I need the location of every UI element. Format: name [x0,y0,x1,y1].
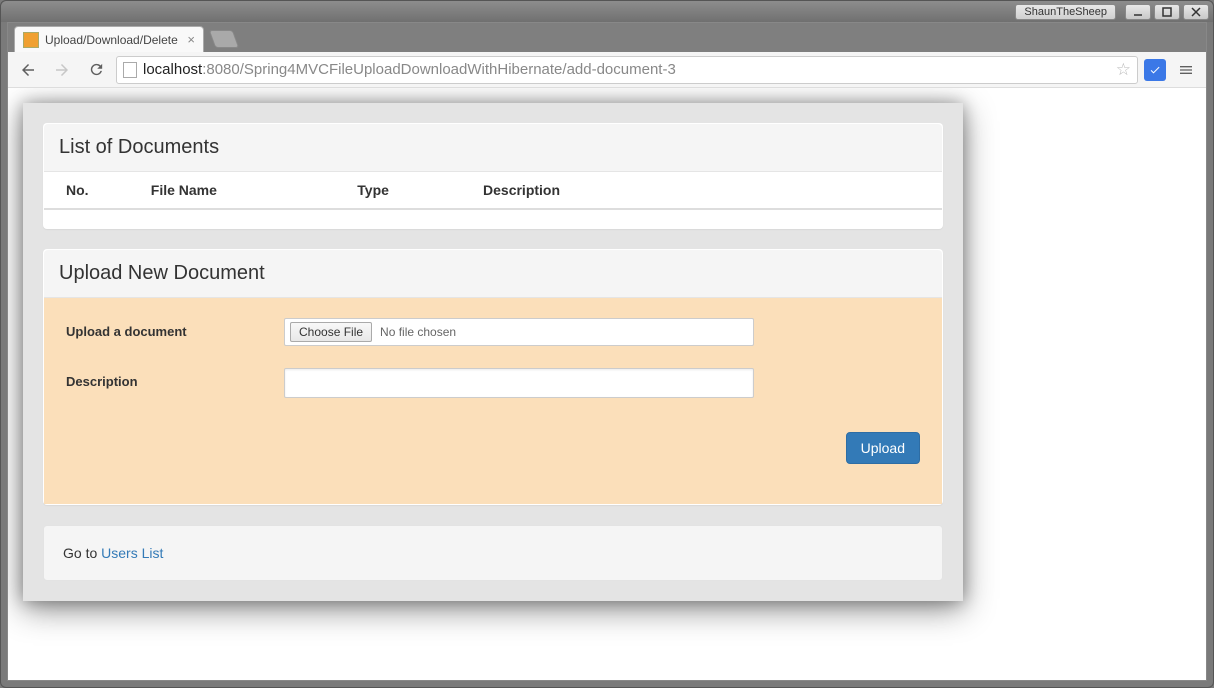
form-actions: Upload [66,420,920,484]
upload-file-label: Upload a document [66,318,284,339]
upload-file-row: Upload a document Choose File No file ch… [66,318,920,346]
upload-panel-heading: Upload New Document [44,250,942,298]
titlebar: ShaunTheSheep [1,1,1213,22]
browser-menu-button[interactable] [1172,56,1200,84]
url-text: localhost:8080/Spring4MVCFileUploadDownl… [143,61,1110,78]
favicon-icon [23,32,39,48]
description-input[interactable] [284,368,754,398]
main-container: List of Documents No. File Name Type Des… [23,103,963,601]
url-port: :8080 [202,61,240,78]
new-tab-button[interactable] [209,30,240,48]
description-label: Description [66,368,284,389]
address-bar[interactable]: localhost:8080/Spring4MVCFileUploadDownl… [116,56,1138,84]
viewport[interactable]: List of Documents No. File Name Type Des… [8,88,1206,680]
maximize-button[interactable] [1154,4,1180,20]
tab-title: Upload/Download/Delete [45,33,181,47]
choose-file-button[interactable]: Choose File [290,322,372,342]
browser-toolbar: localhost:8080/Spring4MVCFileUploadDownl… [8,52,1206,88]
users-list-link[interactable]: Users List [101,545,163,561]
col-type: Type [349,172,475,209]
col-no: No. [44,172,143,209]
os-window: ShaunTheSheep Upload/Download/Delete × [0,0,1214,688]
upload-form: Upload a document Choose File No file ch… [44,298,942,504]
browser-window: Upload/Download/Delete × localhost:8080/… [7,22,1207,681]
extension-button[interactable] [1144,59,1166,81]
col-description: Description [475,172,942,209]
tab-close-icon[interactable]: × [187,32,195,47]
upload-button[interactable]: Upload [846,432,920,464]
page-content: List of Documents No. File Name Type Des… [8,88,1206,680]
footer-prefix: Go to [63,545,101,561]
browser-tab[interactable]: Upload/Download/Delete × [14,26,204,52]
reload-button[interactable] [82,56,110,84]
titlebar-user-badge[interactable]: ShaunTheSheep [1015,4,1116,20]
upload-panel: Upload New Document Upload a document Ch… [43,249,943,505]
documents-table-wrap: No. File Name Type Description [44,172,942,228]
col-file-name: File Name [143,172,350,209]
minimize-button[interactable] [1125,4,1151,20]
file-status-text: No file chosen [380,325,456,339]
footer-well: Go to Users List [43,525,943,581]
bookmark-star-icon[interactable]: ☆ [1116,60,1131,80]
documents-table: No. File Name Type Description [44,172,942,210]
forward-button[interactable] [48,56,76,84]
page-icon [123,62,137,78]
documents-panel: List of Documents No. File Name Type Des… [43,123,943,229]
url-host: localhost [143,61,202,78]
file-input[interactable]: Choose File No file chosen [284,318,754,346]
close-button[interactable] [1183,4,1209,20]
url-path: /Spring4MVCFileUploadDownloadWithHiberna… [240,61,676,78]
tab-strip: Upload/Download/Delete × [8,23,1206,52]
back-button[interactable] [14,56,42,84]
documents-panel-heading: List of Documents [44,124,942,172]
description-row: Description [66,368,920,398]
